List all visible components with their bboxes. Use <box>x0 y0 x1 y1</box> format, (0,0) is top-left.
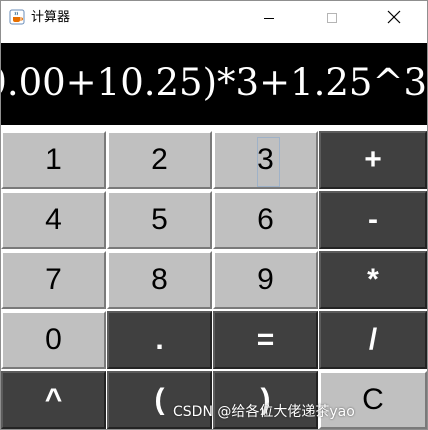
key-label: 5 <box>151 203 168 236</box>
key-divide[interactable]: / <box>319 311 427 369</box>
key-0[interactable]: 0 <box>1 311 106 369</box>
window-title: 计算器 <box>31 10 71 25</box>
key-label: ^ <box>44 383 63 416</box>
java-cup-icon <box>9 9 25 25</box>
key-label: ( <box>154 383 165 416</box>
close-button[interactable] <box>371 1 417 35</box>
keypad: 1 2 3 + 4 5 6 - 7 8 9 * 0 . = / ^ ( ) C <box>1 131 427 429</box>
key-5[interactable]: 5 <box>107 191 212 249</box>
key-1[interactable]: 1 <box>1 131 106 189</box>
key-label: 1 <box>45 143 62 176</box>
key-8[interactable]: 8 <box>107 251 212 309</box>
minimize-icon <box>263 9 275 28</box>
close-icon <box>387 9 401 28</box>
title-bar: 计算器 <box>1 1 427 35</box>
key-multiply[interactable]: * <box>319 251 427 309</box>
key-label: 7 <box>45 263 62 296</box>
minimize-button[interactable] <box>246 1 292 35</box>
key-label: + <box>364 143 382 176</box>
display-text: 0.00+10.25)*3+1.25^3 <box>1 61 427 104</box>
key-3[interactable]: 3 <box>213 131 318 189</box>
key-4[interactable]: 4 <box>1 191 106 249</box>
key-label: 3 <box>257 143 274 176</box>
maximize-icon <box>326 9 338 28</box>
key-2[interactable]: 2 <box>107 131 212 189</box>
key-label: C <box>362 383 384 416</box>
watermark-text: CSDN @给各位大佬递茶yao <box>173 404 355 420</box>
key-power[interactable]: ^ <box>1 371 106 429</box>
key-label: 9 <box>257 263 274 296</box>
key-label: - <box>368 203 378 236</box>
key-dot[interactable]: . <box>107 311 212 369</box>
key-minus[interactable]: - <box>319 191 427 249</box>
maximize-button[interactable] <box>309 1 355 35</box>
key-equals[interactable]: = <box>213 311 318 369</box>
key-9[interactable]: 9 <box>213 251 318 309</box>
key-label: . <box>155 323 164 356</box>
key-label: = <box>256 323 275 356</box>
key-label: 8 <box>151 263 168 296</box>
key-label: 4 <box>45 203 62 236</box>
key-plus[interactable]: + <box>319 131 427 189</box>
expression-display: 0.00+10.25)*3+1.25^3 <box>1 43 427 125</box>
key-label: * <box>367 263 379 296</box>
key-label: / <box>368 323 378 356</box>
key-7[interactable]: 7 <box>1 251 106 309</box>
key-label: 6 <box>257 203 274 236</box>
calculator-window: 计算器 0.00+10.25)*3+1.25^3 1 2 3 + 4 5 6 -… <box>0 0 428 430</box>
key-label: 2 <box>151 143 168 176</box>
key-6[interactable]: 6 <box>213 191 318 249</box>
key-label: 0 <box>45 323 62 356</box>
